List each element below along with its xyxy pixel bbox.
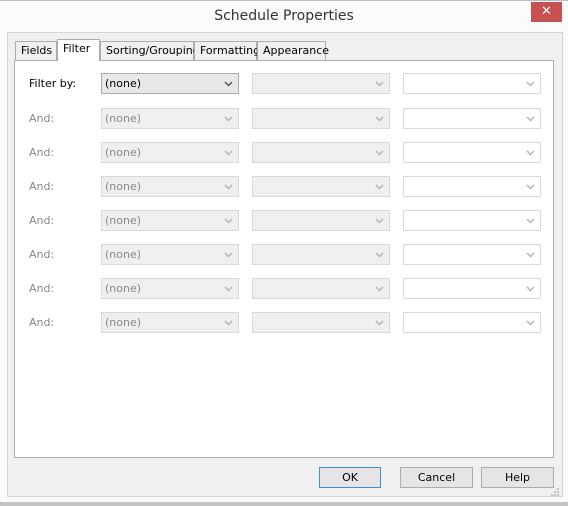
cancel-button[interactable]: Cancel xyxy=(400,467,473,488)
value-combo[interactable] xyxy=(403,73,541,94)
combo-value: (none) xyxy=(105,282,142,295)
combo-value: (none) xyxy=(105,112,142,125)
chevron-down-icon[interactable] xyxy=(375,143,385,162)
tab-label: Sorting/Grouping xyxy=(106,44,200,57)
chevron-down-icon[interactable] xyxy=(224,313,234,332)
dialog-title: Schedule Properties xyxy=(214,8,354,24)
and-label: And: xyxy=(29,248,55,261)
condition-combo[interactable] xyxy=(252,244,390,265)
value-combo[interactable] xyxy=(403,210,541,231)
resize-grip-icon[interactable] xyxy=(551,488,560,497)
condition-combo[interactable] xyxy=(252,176,390,197)
value-combo[interactable] xyxy=(403,244,541,265)
and-label: And: xyxy=(29,282,55,295)
condition-combo[interactable] xyxy=(252,142,390,163)
combo-value: (none) xyxy=(105,248,142,261)
tab-label: Fields xyxy=(21,44,53,57)
and-label: And: xyxy=(29,180,55,193)
tab-formatting[interactable]: Formatting xyxy=(194,41,261,60)
combo-value: (none) xyxy=(105,146,142,159)
tab-sorting-grouping[interactable]: Sorting/Grouping xyxy=(100,41,200,60)
tab-fields[interactable]: Fields xyxy=(15,41,57,60)
chevron-down-icon[interactable] xyxy=(526,279,536,298)
chevron-down-icon[interactable] xyxy=(375,211,385,230)
tab-filter[interactable]: Filter xyxy=(57,39,100,61)
close-icon: ✕ xyxy=(541,4,552,19)
value-combo[interactable] xyxy=(403,176,541,197)
field-combo[interactable]: (none) xyxy=(101,244,239,265)
condition-combo[interactable] xyxy=(252,73,390,94)
chevron-down-icon[interactable] xyxy=(224,279,234,298)
schedule-properties-dialog: Schedule Properties ✕ Fields Filter Sort… xyxy=(0,0,568,506)
chevron-down-icon[interactable] xyxy=(526,177,536,196)
field-combo[interactable]: (none) xyxy=(101,312,239,333)
chevron-down-icon[interactable] xyxy=(224,74,234,93)
chevron-down-icon[interactable] xyxy=(526,74,536,93)
field-combo[interactable]: (none) xyxy=(101,108,239,129)
and-label: And: xyxy=(29,316,55,329)
close-button[interactable]: ✕ xyxy=(531,2,562,22)
and-label: And: xyxy=(29,112,55,125)
chevron-down-icon[interactable] xyxy=(224,211,234,230)
condition-combo[interactable] xyxy=(252,278,390,299)
title-bar[interactable]: Schedule Properties ✕ xyxy=(0,1,568,31)
value-combo[interactable] xyxy=(403,278,541,299)
tab-label: Appearance xyxy=(263,44,330,57)
condition-combo[interactable] xyxy=(252,108,390,129)
chevron-down-icon[interactable] xyxy=(375,74,385,93)
chevron-down-icon[interactable] xyxy=(224,109,234,128)
and-label: And: xyxy=(29,146,55,159)
help-button[interactable]: Help xyxy=(481,467,554,488)
field-combo[interactable]: (none) xyxy=(101,210,239,231)
combo-value: (none) xyxy=(105,77,142,90)
chevron-down-icon[interactable] xyxy=(224,177,234,196)
tab-label: Formatting xyxy=(200,44,261,57)
value-combo[interactable] xyxy=(403,312,541,333)
combo-value: (none) xyxy=(105,214,142,227)
field-combo[interactable]: (none) xyxy=(101,176,239,197)
tab-appearance[interactable]: Appearance xyxy=(257,41,330,60)
field-combo[interactable]: (none) xyxy=(101,73,239,94)
ok-button[interactable]: OK xyxy=(319,467,381,488)
field-combo[interactable]: (none) xyxy=(101,142,239,163)
condition-combo[interactable] xyxy=(252,210,390,231)
chevron-down-icon[interactable] xyxy=(375,109,385,128)
tab-label: Filter xyxy=(63,42,91,55)
field-combo[interactable]: (none) xyxy=(101,278,239,299)
chevron-down-icon[interactable] xyxy=(375,313,385,332)
and-label: And: xyxy=(29,214,55,227)
chevron-down-icon[interactable] xyxy=(375,245,385,264)
chevron-down-icon[interactable] xyxy=(526,143,536,162)
chevron-down-icon[interactable] xyxy=(375,177,385,196)
chevron-down-icon[interactable] xyxy=(526,245,536,264)
value-combo[interactable] xyxy=(403,108,541,129)
chevron-down-icon[interactable] xyxy=(526,313,536,332)
combo-value: (none) xyxy=(105,316,142,329)
chevron-down-icon[interactable] xyxy=(375,279,385,298)
chevron-down-icon[interactable] xyxy=(526,211,536,230)
chevron-down-icon[interactable] xyxy=(224,245,234,264)
filter-by-label: Filter by: xyxy=(29,77,77,90)
condition-combo[interactable] xyxy=(252,312,390,333)
chevron-down-icon[interactable] xyxy=(526,109,536,128)
value-combo[interactable] xyxy=(403,142,541,163)
chevron-down-icon[interactable] xyxy=(224,143,234,162)
combo-value: (none) xyxy=(105,180,142,193)
